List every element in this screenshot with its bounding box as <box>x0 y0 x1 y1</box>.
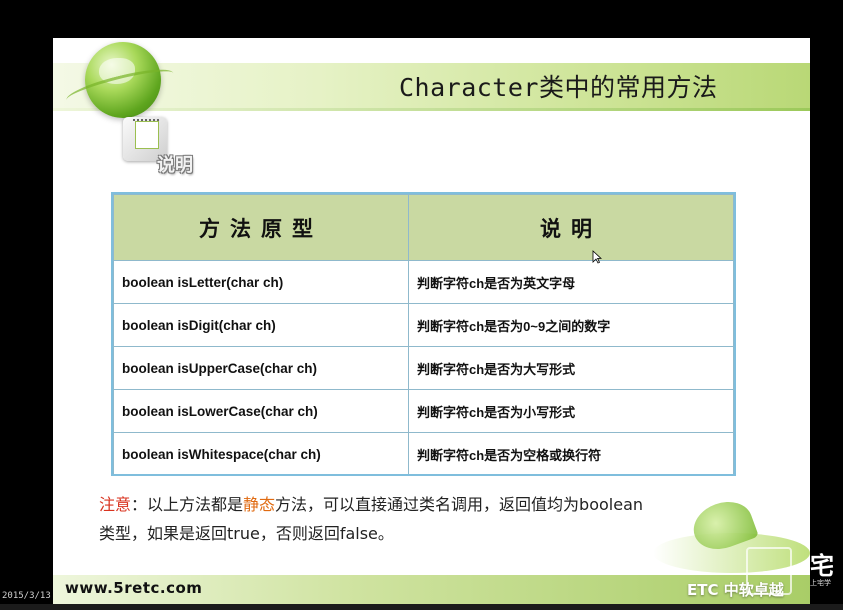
slide-title: Character类中的常用方法 <box>399 73 718 102</box>
table-row: boolean isLetter(char ch) 判断字符ch是否为英文字母 <box>113 260 734 304</box>
note-highlight: 静态 <box>243 495 276 514</box>
note-prefix: 注意 <box>99 495 132 514</box>
table-header-row: 方法原型 说明 <box>113 194 734 261</box>
note-paragraph: 注意：以上方法都是静态方法，可以直接通过类名调用，返回值均为boolean类型，… <box>99 490 659 548</box>
method-description: 判断字符ch是否为大写形式 <box>408 346 734 390</box>
footer-site: www.5retc.com <box>65 579 203 597</box>
method-description: 判断字符ch是否为英文字母 <box>408 260 734 304</box>
table-row: boolean isDigit(char ch) 判断字符ch是否为0~9之间的… <box>113 303 734 347</box>
method-signature: boolean isDigit(char ch) <box>113 303 409 347</box>
table-row: boolean isLowerCase(char ch) 判断字符ch是否为小写… <box>113 389 734 433</box>
mouse-cursor-icon <box>592 250 602 264</box>
watermark-text: 宅 <box>810 552 834 580</box>
slide: Character类中的常用方法 说明 方法原型 说明 boolean isLe… <box>53 38 810 604</box>
table-row: boolean isWhitespace(char ch) 判断字符ch是否为空… <box>113 432 734 476</box>
method-signature: boolean isLetter(char ch) <box>113 260 409 304</box>
header-signature: 方法原型 <box>113 194 409 261</box>
method-signature: boolean isWhitespace(char ch) <box>113 432 409 476</box>
method-description: 判断字符ch是否为0~9之间的数字 <box>408 303 734 347</box>
method-signature: boolean isLowerCase(char ch) <box>113 389 409 433</box>
date-stamp: 2015/3/13 <box>2 591 51 601</box>
method-signature: boolean isUpperCase(char ch) <box>113 346 409 390</box>
note-text-1: ：以上方法都是 <box>131 495 244 514</box>
note-label: 说明 <box>157 155 193 176</box>
table-row: boolean isUpperCase(char ch) 判断字符ch是否为大写… <box>113 346 734 390</box>
method-description: 判断字符ch是否为空格或换行符 <box>408 432 734 476</box>
method-description: 判断字符ch是否为小写形式 <box>408 389 734 433</box>
note-badge: 说明 <box>123 113 203 183</box>
header-description: 说明 <box>408 194 734 261</box>
globe-icon <box>85 42 161 118</box>
video-progress-track[interactable] <box>0 604 843 610</box>
methods-table: 方法原型 说明 boolean isLetter(char ch) 判断字符ch… <box>113 194 734 476</box>
watermark-box <box>746 547 792 595</box>
watermark-subtext: 上宅学 <box>810 579 831 587</box>
